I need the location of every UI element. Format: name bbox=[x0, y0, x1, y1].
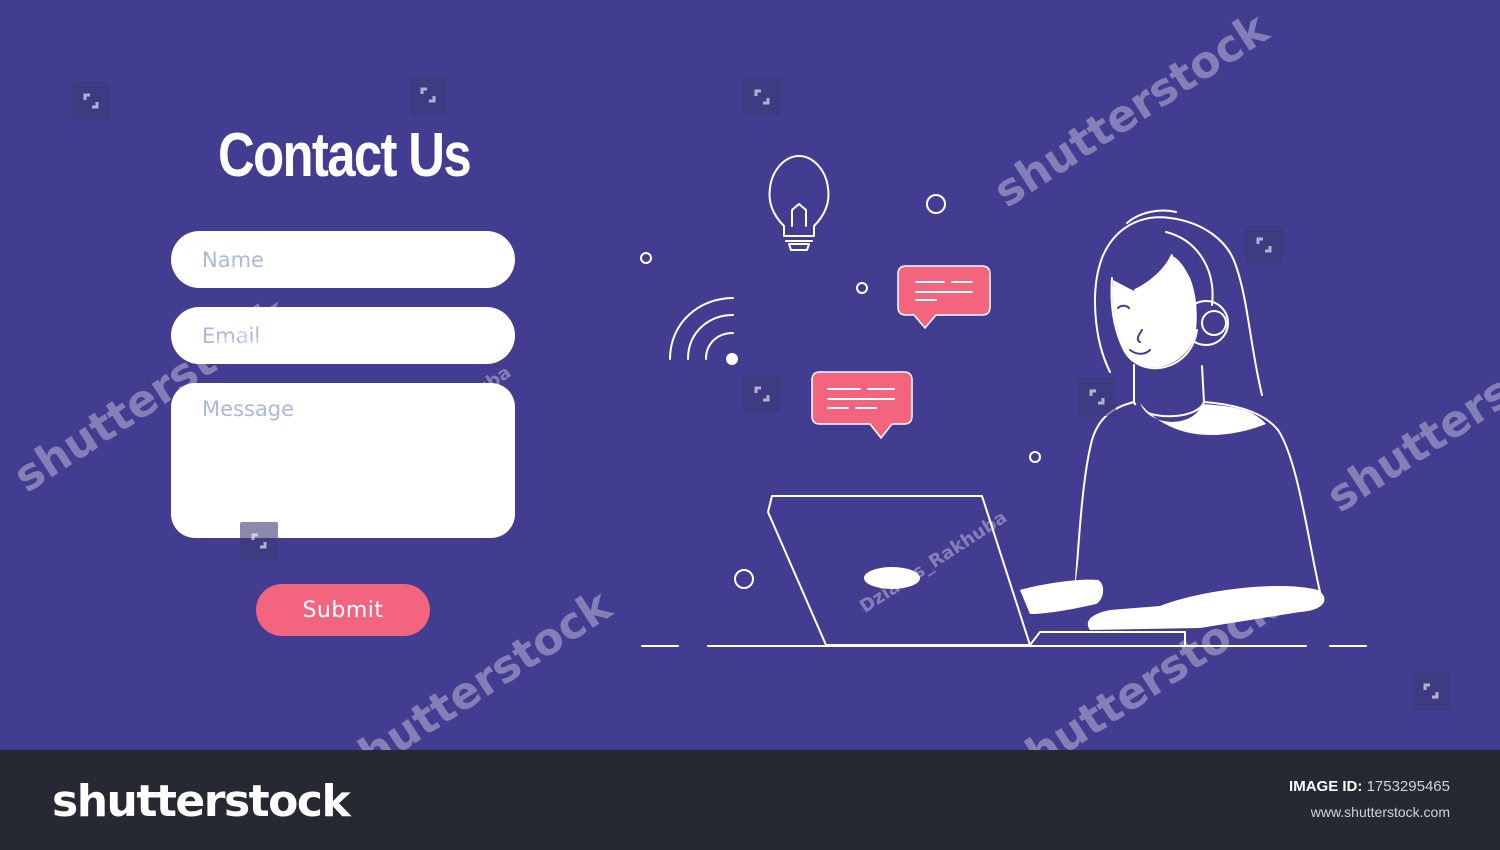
image-id-value: 1753295465 bbox=[1366, 778, 1450, 795]
site-url: www.shutterstock.com bbox=[1310, 804, 1450, 820]
hero-banner: Contact Us Submit shutterstock shutterst… bbox=[0, 0, 1500, 750]
image-id-label: IMAGE ID: bbox=[1289, 778, 1363, 795]
watermark-logo-icon bbox=[240, 522, 278, 560]
watermark-logo-icon bbox=[72, 82, 110, 120]
watermark-logo-icon bbox=[1412, 672, 1450, 710]
name-field[interactable] bbox=[171, 231, 515, 288]
chat-bubble-icon bbox=[897, 265, 991, 330]
image-id: IMAGE ID: 1753295465 bbox=[1289, 778, 1450, 795]
brand-logo: shutterstock bbox=[52, 776, 351, 827]
watermark-logo-icon bbox=[409, 76, 447, 114]
watermark-logo-icon bbox=[1078, 378, 1116, 416]
lightbulb-icon bbox=[768, 155, 830, 251]
wifi-icon bbox=[669, 297, 734, 360]
chat-bubble-icon bbox=[811, 371, 913, 440]
submit-button[interactable]: Submit bbox=[256, 584, 430, 636]
watermark-logo-icon bbox=[743, 78, 781, 116]
watermark-logo-icon bbox=[1245, 226, 1283, 264]
watermark-logo-icon bbox=[743, 375, 781, 413]
page-title: Contact Us bbox=[218, 121, 472, 190]
